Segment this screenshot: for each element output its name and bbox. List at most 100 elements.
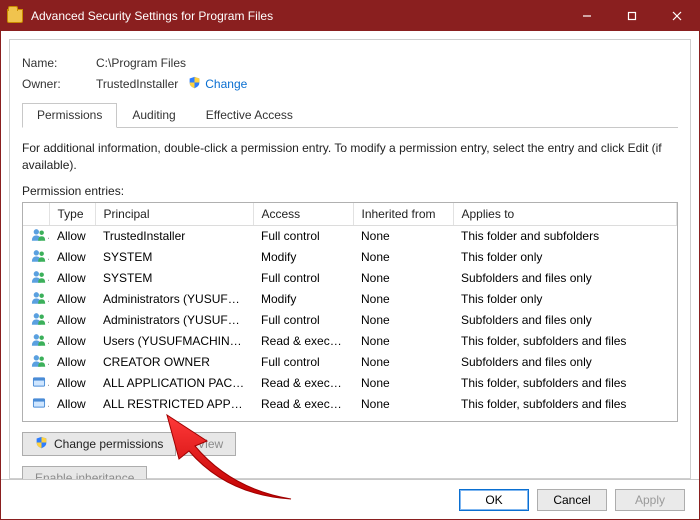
owner-value: TrustedInstaller (96, 77, 178, 91)
content-frame: Name: C:\Program Files Owner: TrustedIns… (9, 39, 691, 479)
cell-inherited: None (353, 225, 453, 247)
col-icon[interactable] (23, 203, 49, 226)
tab-label: Effective Access (206, 108, 293, 122)
cell-access: Modify (253, 289, 353, 310)
cell-type: Allow (49, 331, 95, 352)
row-icon (23, 268, 49, 289)
maximize-button[interactable] (609, 1, 654, 31)
row-icon (23, 331, 49, 352)
tab-auditing[interactable]: Auditing (117, 103, 190, 128)
cell-inherited: None (353, 268, 453, 289)
cell-type: Allow (49, 373, 95, 394)
permission-entries-label: Permission entries: (22, 184, 678, 198)
cell-applies: Subfolders and files only (453, 268, 677, 289)
cell-principal: SYSTEM (95, 268, 253, 289)
window: Advanced Security Settings for Program F… (0, 0, 700, 520)
cell-access: Full control (253, 352, 353, 373)
tab-label: Permissions (37, 108, 102, 122)
row-icon (23, 289, 49, 310)
cell-inherited: None (353, 331, 453, 352)
ok-button[interactable]: OK (459, 489, 529, 511)
button-label: Change permissions (54, 437, 163, 451)
cell-type: Allow (49, 394, 95, 415)
table-header-row: Type Principal Access Inherited from App… (23, 203, 677, 226)
close-button[interactable] (654, 1, 699, 31)
cell-principal: Administrators (YUSUFMACH… (95, 289, 253, 310)
principal-icon (31, 375, 47, 391)
principal-icon (31, 249, 47, 265)
principal-icon (31, 270, 47, 286)
cell-inherited: None (353, 289, 453, 310)
tab-permissions[interactable]: Permissions (22, 103, 117, 128)
button-label: View (197, 437, 223, 451)
name-row: Name: C:\Program Files (22, 56, 678, 70)
col-type[interactable]: Type (49, 203, 95, 226)
titlebar: Advanced Security Settings for Program F… (1, 1, 699, 31)
window-title: Advanced Security Settings for Program F… (31, 9, 564, 23)
row-icon (23, 247, 49, 268)
table-row[interactable]: AllowALL RESTRICTED APPLICATIO…Read & ex… (23, 394, 677, 415)
cell-inherited: None (353, 247, 453, 268)
shield-icon (35, 436, 48, 452)
cell-applies: This folder, subfolders and files (453, 331, 677, 352)
cell-applies: This folder only (453, 247, 677, 268)
cell-type: Allow (49, 352, 95, 373)
row-icon (23, 373, 49, 394)
cell-principal: ALL RESTRICTED APPLICATIO… (95, 394, 253, 415)
row-icon (23, 352, 49, 373)
cell-inherited: None (353, 394, 453, 415)
cell-applies: This folder and subfolders (453, 225, 677, 247)
cell-applies: Subfolders and files only (453, 352, 677, 373)
col-inherited[interactable]: Inherited from (353, 203, 453, 226)
cell-inherited: None (353, 373, 453, 394)
principal-icon (31, 333, 47, 349)
shield-icon (188, 76, 201, 92)
table-row[interactable]: AllowAdministrators (YUSUFMACH…Full cont… (23, 310, 677, 331)
table-row[interactable]: AllowSYSTEMModifyNoneThis folder only (23, 247, 677, 268)
table-row[interactable]: AllowALL APPLICATION PACKAGESRead & exec… (23, 373, 677, 394)
col-access[interactable]: Access (253, 203, 353, 226)
cell-inherited: None (353, 352, 453, 373)
cell-type: Allow (49, 310, 95, 331)
change-owner-link[interactable]: Change (205, 77, 247, 91)
table-row[interactable]: AllowSYSTEMFull controlNoneSubfolders an… (23, 268, 677, 289)
cell-principal: TrustedInstaller (95, 225, 253, 247)
window-controls (564, 1, 699, 31)
principal-icon (31, 396, 47, 412)
principal-icon (31, 228, 47, 244)
cell-type: Allow (49, 289, 95, 310)
cell-access: Full control (253, 268, 353, 289)
row-icon (23, 225, 49, 247)
table-row[interactable]: AllowAdministrators (YUSUFMACH…ModifyNon… (23, 289, 677, 310)
principal-icon (31, 312, 47, 328)
permissions-table[interactable]: Type Principal Access Inherited from App… (22, 202, 678, 422)
cell-applies: This folder, subfolders and files (453, 373, 677, 394)
change-permissions-button[interactable]: Change permissions (22, 432, 176, 456)
cell-access: Read & execute (253, 373, 353, 394)
cell-applies: This folder only (453, 289, 677, 310)
cell-principal: CREATOR OWNER (95, 352, 253, 373)
cancel-button[interactable]: Cancel (537, 489, 607, 511)
col-applies[interactable]: Applies to (453, 203, 677, 226)
cell-inherited: None (353, 310, 453, 331)
minimize-button[interactable] (564, 1, 609, 31)
table-row[interactable]: AllowUsers (YUSUFMACHINE\Users)Read & ex… (23, 331, 677, 352)
owner-row: Owner: TrustedInstaller Change (22, 76, 678, 92)
name-label: Name: (22, 56, 96, 70)
cell-applies: Subfolders and files only (453, 310, 677, 331)
cell-type: Allow (49, 268, 95, 289)
view-button[interactable]: View (184, 432, 236, 456)
cell-principal: Users (YUSUFMACHINE\Users) (95, 331, 253, 352)
cell-access: Modify (253, 247, 353, 268)
cell-access: Full control (253, 225, 353, 247)
apply-button[interactable]: Apply (615, 489, 685, 511)
tab-label: Auditing (132, 108, 175, 122)
table-row[interactable]: AllowCREATOR OWNERFull controlNoneSubfol… (23, 352, 677, 373)
row-icon (23, 394, 49, 415)
table-row[interactable]: AllowTrustedInstallerFull controlNoneThi… (23, 225, 677, 247)
cell-principal: SYSTEM (95, 247, 253, 268)
col-principal[interactable]: Principal (95, 203, 253, 226)
tab-effective-access[interactable]: Effective Access (191, 103, 308, 128)
cell-type: Allow (49, 225, 95, 247)
row-icon (23, 310, 49, 331)
